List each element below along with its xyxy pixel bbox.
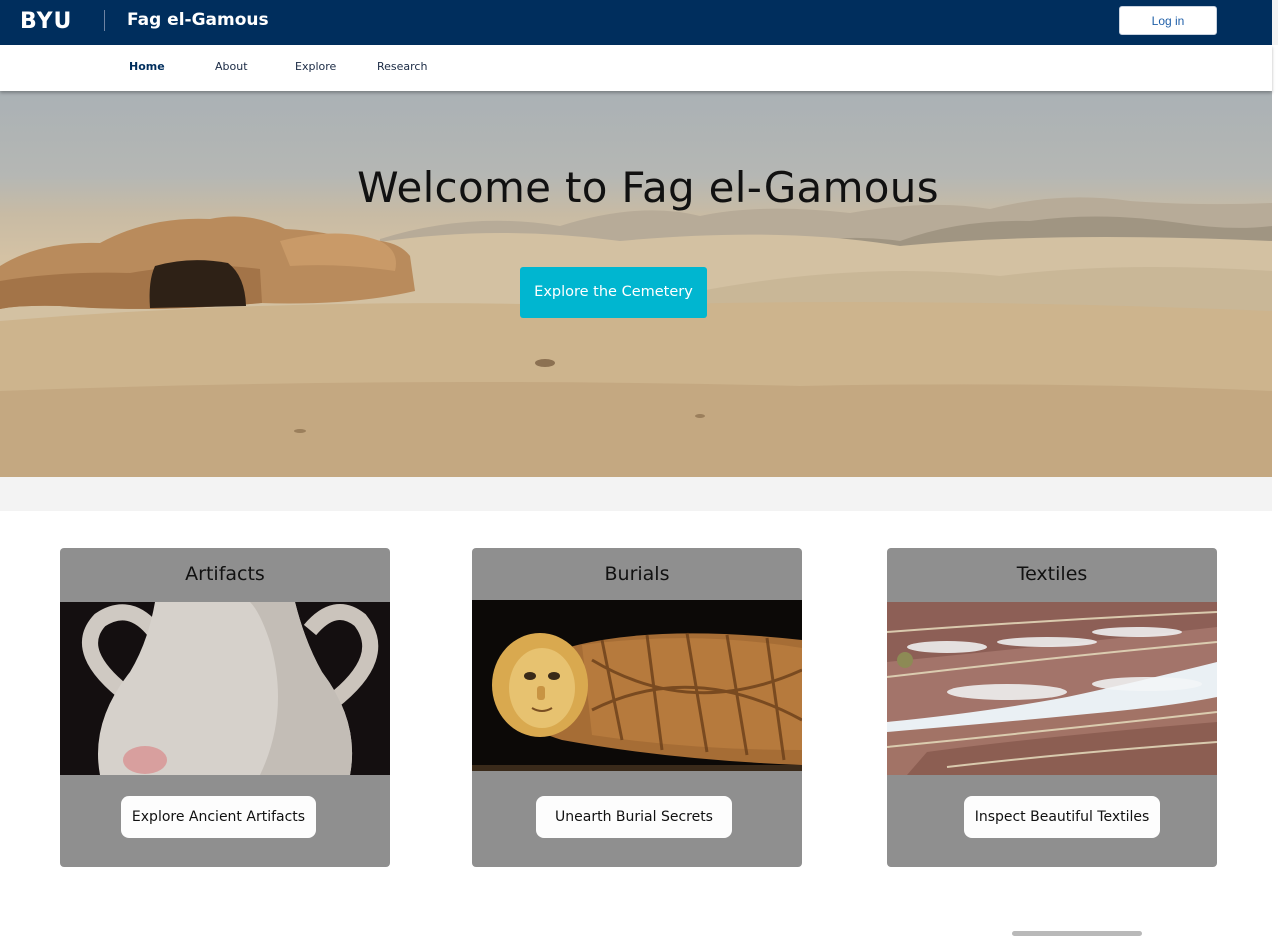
card-title: Artifacts (185, 563, 265, 585)
site-title[interactable]: Fag el-Gamous (127, 10, 269, 30)
top-header-bar: BYU Fag el-Gamous Log in (0, 0, 1272, 45)
clay-amphora-image[interactable] (60, 602, 390, 775)
nav-item-home[interactable]: Home (129, 60, 165, 73)
nav-item-research[interactable]: Research (377, 60, 427, 73)
explore-artifacts-button[interactable]: Explore Ancient Artifacts (121, 796, 316, 838)
inspect-textiles-button[interactable]: Inspect Beautiful Textiles (964, 796, 1160, 838)
card-textiles: Textiles Inspect Beautiful Textiles (887, 548, 1217, 867)
card-burials: Burials Unearth Burial Secrets (472, 548, 802, 867)
nav-item-explore[interactable]: Explore (295, 60, 336, 73)
main-nav: Home About Explore Research (0, 45, 1272, 91)
card-artifacts: Artifacts Explore Ancient Artifacts (60, 548, 390, 867)
logo-divider (104, 10, 105, 31)
feature-cards-section: Artifacts Explore Ancient Artifacts Buri… (0, 511, 1272, 936)
hero-title: Welcome to Fag el-Gamous (357, 163, 939, 212)
card-title: Burials (604, 563, 670, 585)
horizontal-scrollbar[interactable] (1012, 931, 1142, 936)
login-button[interactable]: Log in (1119, 6, 1217, 35)
nav-item-about[interactable]: About (215, 60, 248, 73)
hero-section: Welcome to Fag el-Gamous Explore the Cem… (0, 91, 1272, 477)
mummy-sarcophagus-image[interactable] (472, 600, 802, 771)
card-title: Textiles (1016, 563, 1088, 585)
woven-textile-image[interactable] (887, 602, 1217, 775)
explore-cemetery-button[interactable]: Explore the Cemetery (520, 267, 707, 318)
byu-logo[interactable]: BYU (20, 9, 72, 34)
page-edge (1272, 45, 1278, 936)
unearth-burials-button[interactable]: Unearth Burial Secrets (536, 796, 732, 838)
